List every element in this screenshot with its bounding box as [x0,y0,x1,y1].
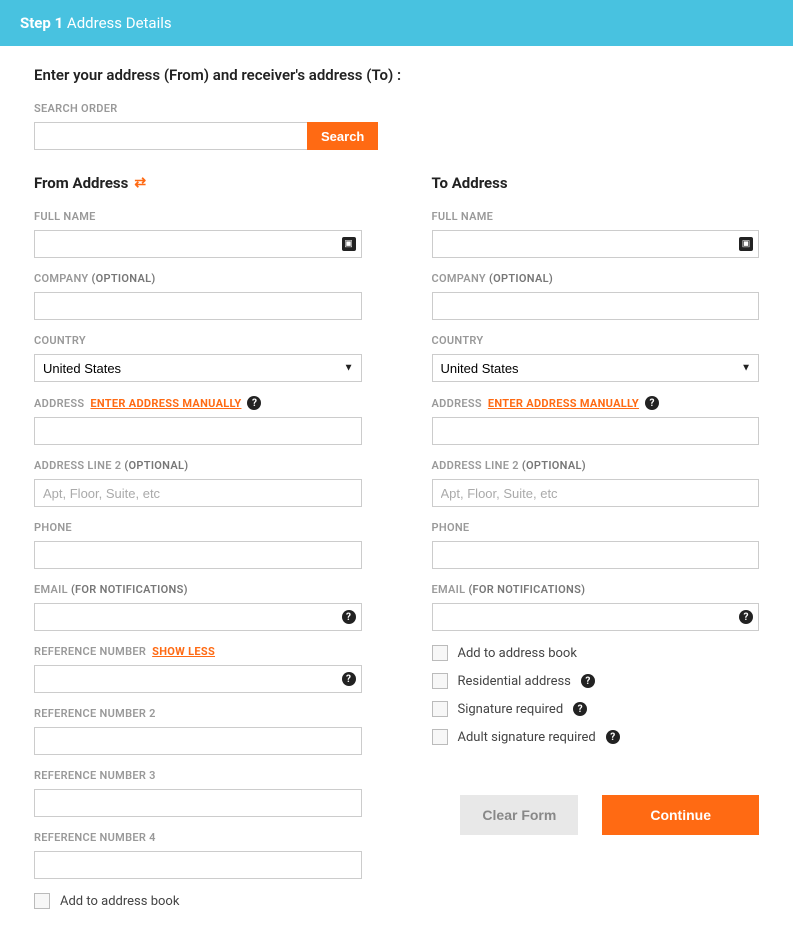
from-country-label: COUNTRY [34,334,362,347]
search-section: SEARCH ORDER Search [34,102,759,150]
address-book-icon[interactable]: ▣ [739,237,753,251]
from-fullname-input[interactable] [34,230,362,258]
from-address2-input[interactable] [34,479,362,507]
search-button[interactable]: Search [307,122,378,150]
to-phone-input[interactable] [432,541,760,569]
to-residential-row: Residential address ? [432,673,760,689]
address-book-icon[interactable]: ▣ [342,237,356,251]
search-label: SEARCH ORDER [34,102,759,115]
step-header: Step 1 Address Details [0,0,793,46]
to-residential-label: Residential address [458,674,571,689]
from-ref2-label: REFERENCE NUMBER 2 [34,707,362,720]
from-country-select[interactable] [34,354,362,382]
to-title: To Address [432,174,508,192]
to-address2-label: ADDRESS LINE 2 (OPTIONAL) [432,459,760,472]
help-icon[interactable]: ? [247,396,261,410]
to-phone-label: PHONE [432,521,760,534]
from-ref4-label: REFERENCE NUMBER 4 [34,831,362,844]
clear-form-button[interactable]: Clear Form [460,795,578,835]
to-email-input[interactable] [432,603,760,631]
to-email-label: EMAIL (FOR NOTIFICATIONS) [432,583,760,596]
to-residential-checkbox[interactable] [432,673,448,689]
from-phone-input[interactable] [34,541,362,569]
footer-buttons: Clear Form Continue [432,795,760,835]
help-icon[interactable]: ? [573,702,587,716]
from-ref2-input[interactable] [34,727,362,755]
help-icon[interactable]: ? [645,396,659,410]
from-email-label: EMAIL (FOR NOTIFICATIONS) [34,583,362,596]
from-company-input[interactable] [34,292,362,320]
from-enter-manually-link[interactable]: ENTER ADDRESS MANUALLY [90,397,241,410]
to-signature-label: Signature required [458,702,564,717]
help-icon[interactable]: ? [739,610,753,624]
from-ref1-label: REFERENCE NUMBER [34,645,146,658]
to-company-input[interactable] [432,292,760,320]
from-ref3-input[interactable] [34,789,362,817]
from-phone-label: PHONE [34,521,362,534]
from-address-input[interactable] [34,417,362,445]
to-country-select[interactable] [432,354,760,382]
from-address2-label: ADDRESS LINE 2 (OPTIONAL) [34,459,362,472]
to-add-to-book-checkbox[interactable] [432,645,448,661]
to-column: To Address FULL NAME ▣ COMPANY (OPTIONAL… [432,174,760,921]
help-icon[interactable]: ? [606,730,620,744]
from-title-row: From Address ⇄ [34,174,362,192]
from-ref3-label: REFERENCE NUMBER 3 [34,769,362,782]
from-address-label: ADDRESS [34,397,84,410]
to-fullname-input[interactable] [432,230,760,258]
to-add-to-book-label: Add to address book [458,646,577,661]
to-add-to-book-row: Add to address book [432,645,760,661]
help-icon[interactable]: ? [342,610,356,624]
from-column: From Address ⇄ FULL NAME ▣ COMPANY (OPTI… [34,174,362,921]
to-address-input[interactable] [432,417,760,445]
to-title-row: To Address [432,174,760,192]
to-adult-signature-checkbox[interactable] [432,729,448,745]
from-show-less-link[interactable]: SHOW LESS [152,645,215,658]
to-address2-input[interactable] [432,479,760,507]
from-add-to-book-row: Add to address book [34,893,362,909]
help-icon[interactable]: ? [342,672,356,686]
help-icon[interactable]: ? [581,674,595,688]
from-add-to-book-checkbox[interactable] [34,893,50,909]
from-company-label: COMPANY (OPTIONAL) [34,272,362,285]
from-fullname-label: FULL NAME [34,210,362,223]
to-fullname-label: FULL NAME [432,210,760,223]
to-company-label: COMPANY (OPTIONAL) [432,272,760,285]
from-add-to-book-label: Add to address book [60,894,179,909]
to-address-label: ADDRESS [432,397,482,410]
step-title: Address Details [67,14,172,32]
continue-button[interactable]: Continue [602,795,759,835]
step-prefix: Step 1 [20,14,63,32]
to-signature-row: Signature required ? [432,701,760,717]
intro-text: Enter your address (From) and receiver's… [34,66,759,84]
from-title: From Address [34,174,128,192]
to-enter-manually-link[interactable]: ENTER ADDRESS MANUALLY [488,397,639,410]
to-signature-checkbox[interactable] [432,701,448,717]
search-input[interactable] [34,122,307,150]
swap-icon[interactable]: ⇄ [134,176,146,190]
from-email-input[interactable] [34,603,362,631]
from-ref4-input[interactable] [34,851,362,879]
to-adult-signature-row: Adult signature required ? [432,729,760,745]
to-adult-signature-label: Adult signature required [458,730,596,745]
from-ref1-input[interactable] [34,665,362,693]
to-country-label: COUNTRY [432,334,760,347]
